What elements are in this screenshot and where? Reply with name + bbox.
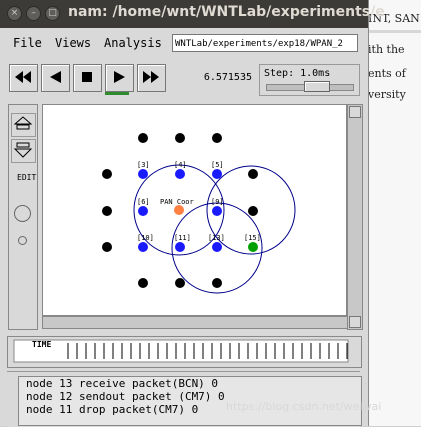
nam-window: × – □ nam: /home/wnt/WNTLab/experiments/…	[0, 0, 385, 427]
node-9[interactable]	[212, 206, 222, 216]
node-15[interactable]	[248, 242, 258, 252]
log-line: node 12 sendout packet (CM7) 0	[26, 390, 225, 403]
menu-analysis[interactable]: Analysis	[104, 36, 162, 50]
menu-file[interactable]: File	[13, 36, 42, 50]
node-label-10: [10]	[137, 234, 154, 242]
node-label-15: [15]	[244, 234, 261, 242]
doc-line-2: ith the	[368, 43, 405, 56]
rewind-icon	[15, 71, 31, 83]
zoom-out-icon	[13, 142, 33, 158]
path-field[interactable]: WNTLab/experiments/exp18/WPAN_2	[172, 34, 358, 52]
timeline[interactable]: TIME	[7, 336, 362, 368]
step-control: Step: 1.0ms	[259, 64, 360, 96]
node-4[interactable]	[175, 169, 185, 179]
window-title: nam: /home/wnt/WNTLab/experiments/e	[68, 4, 385, 20]
scroll-up-icon[interactable]	[349, 106, 361, 118]
node-label-5: [5]	[211, 161, 224, 169]
pan-coordinator-label: PAN Coor	[160, 198, 194, 206]
back-button[interactable]	[41, 64, 70, 92]
play-button[interactable]	[105, 64, 134, 92]
node-10[interactable]	[138, 242, 148, 252]
node[interactable]	[102, 206, 112, 216]
node-5[interactable]	[212, 169, 222, 179]
play-icon	[114, 71, 125, 83]
watermark: https://blog.csdn.net/weiwai	[226, 400, 382, 413]
node[interactable]	[102, 242, 112, 252]
node-13[interactable]	[212, 242, 222, 252]
network-canvas[interactable]: [3] [4] [5] [6] [9] [10] [11] [13] [15] …	[42, 104, 347, 316]
node[interactable]	[138, 278, 148, 288]
stop-icon	[82, 72, 92, 82]
time-readout: 6.571535	[203, 72, 252, 83]
pan-coordinator-node[interactable]	[174, 205, 184, 215]
network-topology: [3] [4] [5] [6] [9] [10] [11] [13] [15] …	[102, 133, 296, 294]
menu-views[interactable]: Views	[55, 36, 91, 50]
zoom-out-button[interactable]	[11, 139, 36, 163]
background-document: INT, SAN ith the ents of versity	[360, 0, 421, 426]
log-line: node 11 drop packet(CM7) 0	[26, 403, 199, 416]
node-circle-small-icon[interactable]	[18, 236, 27, 245]
timeline-ruler	[13, 339, 349, 363]
play-indicator	[105, 92, 129, 95]
rewind-button[interactable]	[9, 64, 38, 92]
step-slider-thumb[interactable]	[304, 81, 330, 92]
node-label-11: [11]	[174, 234, 191, 242]
node-label-13: [13]	[208, 234, 225, 242]
node-circle-large-icon[interactable]	[14, 205, 31, 222]
node-3[interactable]	[138, 169, 148, 179]
fast-forward-icon	[143, 71, 159, 83]
event-log: node 13 receive packet(BCN) 0 node 12 se…	[7, 371, 362, 427]
zoom-in-icon	[13, 116, 33, 130]
fast-forward-button[interactable]	[137, 64, 166, 92]
tool-column: EDIT	[8, 104, 38, 330]
edit-label[interactable]: EDIT	[17, 173, 36, 182]
node[interactable]	[248, 169, 258, 179]
node-label-3: [3]	[137, 161, 150, 169]
node[interactable]	[175, 278, 185, 288]
scroll-down-icon[interactable]	[349, 316, 361, 328]
node[interactable]	[212, 133, 222, 143]
close-icon[interactable]: ×	[7, 6, 22, 21]
stop-button[interactable]	[73, 64, 102, 92]
minimize-icon[interactable]: –	[26, 6, 41, 21]
title-bar: × – □ nam: /home/wnt/WNTLab/experiments/…	[0, 0, 385, 28]
maximize-icon[interactable]: □	[45, 6, 60, 21]
back-icon	[50, 71, 61, 83]
node-label-9: [9]	[211, 198, 224, 206]
node[interactable]	[212, 278, 222, 288]
doc-line-3: ents of	[368, 67, 406, 80]
node-label-6: [6]	[137, 198, 150, 206]
vertical-scrollbar[interactable]	[347, 104, 363, 330]
log-line: node 13 receive packet(BCN) 0	[26, 377, 219, 390]
node-6[interactable]	[138, 206, 148, 216]
horizontal-scrollbar[interactable]	[42, 316, 348, 329]
step-label: Step: 1.0ms	[264, 68, 331, 79]
node[interactable]	[138, 133, 148, 143]
timeline-label: TIME	[32, 340, 52, 349]
node[interactable]	[248, 206, 258, 216]
zoom-in-button[interactable]	[11, 113, 36, 137]
node-11[interactable]	[175, 242, 185, 252]
node[interactable]	[175, 133, 185, 143]
doc-line-4: versity	[368, 88, 406, 101]
doc-divider	[360, 30, 421, 33]
node[interactable]	[102, 169, 112, 179]
node-label-4: [4]	[174, 161, 187, 169]
